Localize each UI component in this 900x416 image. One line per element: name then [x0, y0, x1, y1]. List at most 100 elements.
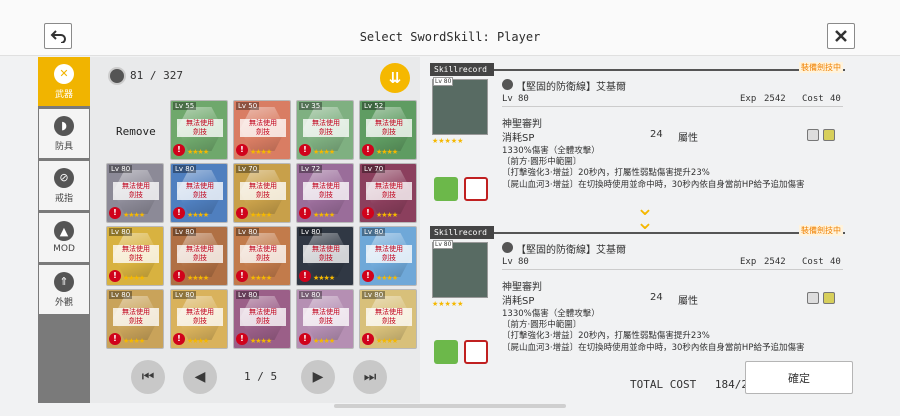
tab-mod-label: MOD — [53, 244, 75, 254]
skill-card[interactable]: Lv 50 無法使用 劍技! ★★★★ — [233, 100, 291, 160]
skill-card[interactable]: Lv 80 無法使用 劍技! ★★★★ — [106, 289, 164, 349]
tab-armor[interactable]: ◗ 防具 — [39, 109, 89, 159]
card-level: Lv 50 — [236, 102, 260, 110]
card-level: Lv 80 — [299, 291, 323, 299]
card-level: Lv 80 — [109, 291, 133, 299]
warning-icon: ! — [299, 144, 311, 156]
tab-armor-label: 防具 — [54, 141, 73, 152]
card-level: Lv 80 — [299, 228, 323, 236]
warning-icon: ! — [173, 207, 185, 219]
skill-card[interactable]: Lv 80 無法使用 劍技! ★★★★ — [233, 289, 291, 349]
locked-label: 無法使用 劍技 — [240, 119, 286, 137]
warning-icon: ! — [173, 270, 185, 282]
exp-label: Exp — [740, 257, 757, 267]
locked-label: 無法使用 劍技 — [177, 245, 223, 263]
ability-icon — [434, 177, 458, 201]
tab-ring[interactable]: ⊘ 戒指 — [39, 161, 89, 211]
skip-first-icon: ⏮ — [141, 369, 155, 385]
skill-card[interactable]: Lv 80 無法使用 劍技! ★★★★ — [170, 226, 228, 286]
character-portrait[interactable] — [432, 242, 488, 298]
cost-value: 40 — [830, 257, 841, 267]
skill-card[interactable]: Lv 80 無法使用 劍技! ★★★★ — [296, 226, 354, 286]
locked-label: 無法使用 劍技 — [303, 119, 349, 137]
next-page-button[interactable]: ▶ — [301, 360, 335, 394]
tab-weapon-label: 武器 — [54, 89, 73, 100]
confirm-button[interactable]: 確定 — [745, 361, 853, 394]
locked-label: 無法使用 劍技 — [303, 182, 349, 200]
sp-label: 消耗SP — [502, 296, 535, 307]
skill-card[interactable]: Lv 72 無法使用 劍技! ★★★★ — [296, 163, 354, 223]
skill-description: 1330%傷害（全體攻擊） 〔前方·圓形中範圍〕 〔打擊強化3·增益〕20秒內，… — [502, 146, 847, 191]
card-level: Lv 70 — [362, 165, 386, 173]
warning-icon: ! — [299, 270, 311, 282]
last-page-button[interactable]: ⏭ — [353, 360, 387, 394]
skill-card[interactable]: Lv 80 無法使用 劍技! ★★★★ — [106, 163, 164, 223]
sort-button[interactable]: ⇊ — [380, 63, 410, 93]
skill-card[interactable]: Lv 80 無法使用 劍技! ★★★★ — [296, 289, 354, 349]
rarity-stars: ★★★★ — [123, 274, 145, 282]
first-page-button[interactable]: ⏮ — [131, 360, 165, 394]
chevron-down-icon: ⌄ ⌄ — [635, 196, 655, 235]
card-level: Lv 52 — [362, 102, 386, 110]
rarity-stars: ★★★★ — [313, 148, 335, 156]
lv-label: Lv — [502, 257, 513, 267]
card-level: Lv 80 — [236, 228, 260, 236]
skill-type-icon — [464, 177, 488, 201]
skillrecord-name: 【堅固的防衛線】艾基爾 — [516, 245, 626, 256]
desc-line: 1330%傷害（全體攻擊） — [502, 309, 600, 319]
home-indicator[interactable] — [334, 404, 566, 408]
triangle-mod-icon: ▲ — [54, 221, 74, 241]
exp-value: 2542 — [764, 257, 786, 267]
locked-label: 無法使用 劍技 — [366, 308, 412, 326]
card-level: Lv 70 — [236, 165, 260, 173]
skill-card[interactable]: Lv 55 無法使用 劍技! ★★★★ — [170, 100, 228, 160]
skillrecord-stats: Lv 80 Exp 2542 Cost 40 — [502, 256, 843, 270]
skill-card[interactable]: Lv 80 無法使用 劍技! ★★★★ — [233, 226, 291, 286]
locked-label: 無法使用 劍技 — [177, 182, 223, 200]
rarity-stars: ★★★★ — [313, 211, 335, 219]
skill-card[interactable]: Lv 80 無法使用 劍技! ★★★★ — [170, 289, 228, 349]
card-level: Lv 80 — [236, 291, 260, 299]
skill-card[interactable]: Lv 80 無法使用 劍技! ★★★★ — [359, 289, 417, 349]
rarity-stars: ★★★★ — [250, 274, 272, 282]
tab-costume[interactable]: ⇑ 外觀 — [39, 265, 89, 315]
skill-name: 神聖審判 — [502, 119, 542, 130]
warning-icon: ! — [173, 333, 185, 345]
skill-name: 神聖審判 — [502, 282, 542, 293]
warning-icon: ! — [236, 270, 248, 282]
skill-card[interactable]: Lv 80 無法使用 劍技! ★★★★ — [106, 226, 164, 286]
locked-label: 無法使用 劍技 — [366, 119, 412, 137]
locked-label: 無法使用 劍技 — [113, 245, 159, 263]
skill-card[interactable]: Lv 70 無法使用 劍技! ★★★★ — [233, 163, 291, 223]
skill-card[interactable]: Lv 80 無法使用 劍技! ★★★★ — [359, 226, 417, 286]
sp-value: 24 — [650, 292, 663, 303]
skillrecord-stats: Lv 80 Exp 2542 Cost 40 — [502, 93, 843, 107]
skill-card[interactable]: Lv 35 無法使用 劍技! ★★★★ — [296, 100, 354, 160]
remove-button[interactable]: Remove — [116, 125, 156, 138]
skill-card[interactable]: Lv 70 無法使用 劍技! ★★★★ — [359, 163, 417, 223]
locked-label: 無法使用 劍技 — [366, 245, 412, 263]
skill-card[interactable]: Lv 52 無法使用 劍技! ★★★★ — [359, 100, 417, 160]
category-sidebar: ✕ 武器 ◗ 防具 ⊘ 戒指 ▲ MOD ⇑ 外觀 — [38, 57, 99, 403]
lv-value: 80 — [518, 94, 529, 104]
warning-icon: ! — [236, 207, 248, 219]
card-level: Lv 80 — [109, 165, 133, 173]
skip-last-icon: ⏭ — [363, 369, 377, 385]
warning-icon: ! — [299, 207, 311, 219]
close-icon — [835, 30, 847, 42]
rarity-stars: ★★★★ — [187, 148, 209, 156]
header-bar — [0, 0, 900, 56]
tab-mod[interactable]: ▲ MOD — [39, 213, 89, 263]
prev-page-button[interactable]: ◀ — [183, 360, 217, 394]
warning-icon: ! — [236, 333, 248, 345]
skillrecord-current: Skillrecord 裝備劍技中 Lv 80 ★★★★★ 【堅固的防衛線】艾基… — [430, 62, 847, 203]
card-level: Lv 72 — [299, 165, 323, 173]
skill-card[interactable]: Lv 80 無法使用 劍技! ★★★★ — [170, 163, 228, 223]
rarity-stars: ★★★★ — [123, 337, 145, 345]
desc-line: 1330%傷害（全體攻擊） — [502, 146, 600, 156]
warning-icon: ! — [109, 333, 121, 345]
character-portrait[interactable] — [432, 79, 488, 135]
tab-weapon[interactable]: ✕ 武器 — [38, 57, 99, 107]
portrait-level: Lv 80 — [433, 77, 454, 86]
close-button[interactable] — [827, 23, 855, 49]
